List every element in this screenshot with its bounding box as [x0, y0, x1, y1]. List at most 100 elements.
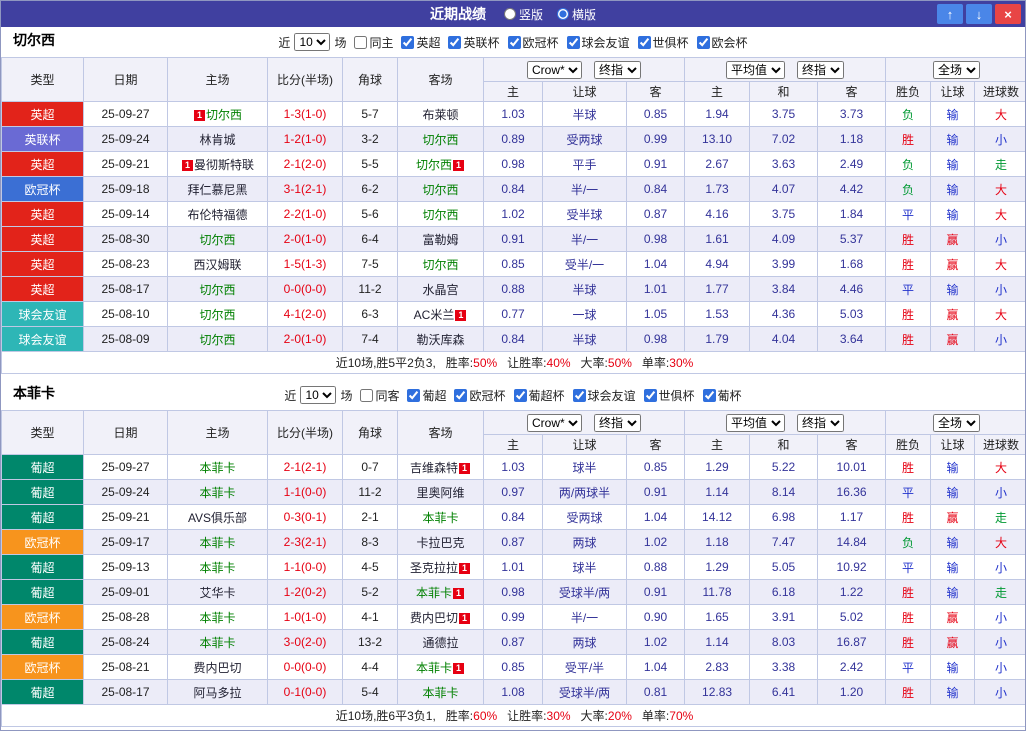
score: 1-5(1-3): [267, 251, 343, 277]
home-odds: 0.88: [483, 276, 543, 302]
summary-stat-value: 20%: [607, 709, 632, 723]
team-name: 本菲卡: [422, 510, 459, 525]
header-select[interactable]: 全场: [933, 413, 981, 432]
result-winloss: 胜: [885, 604, 932, 630]
header-select[interactable]: 终指: [797, 60, 845, 79]
checkbox-input[interactable]: [513, 388, 527, 402]
header-select[interactable]: Crow*: [527, 413, 583, 432]
handicap: 受球半/两: [542, 679, 627, 705]
away-odds: 0.91: [625, 151, 686, 177]
result-goals: 大: [974, 301, 1025, 327]
filter-checkbox[interactable]: 英超: [393, 34, 440, 51]
result-handicap: 赢: [930, 226, 976, 252]
checkbox-input[interactable]: [637, 35, 651, 49]
team-name: 本菲卡: [199, 635, 236, 650]
filter-checkbox[interactable]: 葡超杯: [506, 387, 565, 404]
header-select[interactable]: 平均值: [726, 413, 786, 432]
filter-checkbox[interactable]: 球会友谊: [565, 387, 636, 404]
avg-away-odds: 5.37: [817, 226, 887, 252]
avg-away-odds: 5.03: [817, 301, 887, 327]
filter-checkbox[interactable]: 欧冠杯: [446, 387, 506, 404]
match-count-select[interactable]: 10: [300, 386, 337, 404]
avg-away-odds: 1.84: [817, 201, 887, 227]
checkbox-input[interactable]: [702, 388, 716, 402]
filter-checkbox[interactable]: 世俱杯: [636, 387, 695, 404]
avg-away-odds: 16.36: [817, 479, 887, 505]
move-down-button[interactable]: ↓: [966, 4, 992, 24]
header-select[interactable]: 终指: [797, 413, 845, 432]
team-name: 本菲卡: [415, 585, 452, 600]
red-card-badge: 1: [459, 462, 470, 474]
result-winloss: 胜: [885, 454, 932, 480]
corners: 4-5: [342, 554, 398, 580]
home-odds: 0.77: [483, 301, 543, 327]
header-select[interactable]: 终指: [594, 413, 642, 432]
layout-radio-vertical[interactable]: 竖版: [503, 6, 543, 23]
away-team: 吉维森特 1: [397, 454, 484, 480]
filter-checkbox[interactable]: 英联杯: [440, 34, 500, 51]
filter-checkbox[interactable]: 球会友谊: [559, 34, 630, 51]
match-row: 欧冠杯 25-09-18 拜仁慕尼黑 3-1(2-1) 6-2 切尔西 0.84 半/一 0.8…: [1, 176, 1025, 202]
home-odds: 0.97: [483, 479, 543, 505]
filter-checkbox[interactable]: 同主: [346, 34, 393, 51]
avg-draw-odds: 3.38: [749, 654, 819, 680]
summary-stat-value: 50%: [607, 356, 632, 370]
recent-results-window: 近期战绩 竖版 横版 ↑ ↓ × 切尔西 近 10 场 同主 英超 英联杯 欧冠杯 球会友…: [0, 0, 1026, 731]
result-handicap: 输: [930, 679, 976, 705]
avg-draw-odds: 8.03: [749, 629, 819, 655]
match-count-select[interactable]: 10: [294, 33, 331, 51]
checkbox-input[interactable]: [643, 388, 657, 402]
match-row: 球会友谊 25-08-09 切尔西 2-0(1-0) 7-4 勒沃库森 0.84 半球 0.98…: [1, 326, 1025, 352]
score: 0-1(0-0): [267, 679, 343, 705]
score: 1-1(0-0): [267, 554, 343, 580]
checkbox-input[interactable]: [696, 35, 710, 49]
header-select[interactable]: Crow*: [527, 60, 583, 79]
away-team: 本菲卡 1: [397, 654, 484, 680]
close-button[interactable]: ×: [995, 4, 1021, 24]
checkbox-label: 葡超杯: [528, 388, 565, 403]
filter-checkbox[interactable]: 欧会杯: [689, 34, 748, 51]
team-name: 通德拉: [422, 635, 459, 650]
header-select[interactable]: 平均值: [726, 60, 786, 79]
panel-head: 本菲卡 近 10 场 同客 葡超 欧冠杯 葡超杯 球会友谊 世俱杯 葡杯: [1, 380, 1025, 410]
move-up-button[interactable]: ↑: [937, 4, 963, 24]
league-badge: 英联杯: [1, 126, 84, 152]
column-header: 主: [684, 81, 751, 102]
filter-checkbox[interactable]: 同客: [352, 387, 399, 404]
checkbox-input[interactable]: [507, 35, 521, 49]
home-odds: 0.85: [483, 654, 543, 680]
title-bar: 近期战绩 竖版 横版 ↑ ↓ ×: [1, 1, 1025, 27]
team-name: 切尔西: [422, 132, 459, 147]
league-badge: 葡超: [1, 479, 84, 505]
checkbox-input[interactable]: [401, 35, 415, 49]
radio-input[interactable]: [503, 8, 516, 20]
checkbox-input[interactable]: [354, 35, 368, 49]
away-team: 费内巴切 1: [397, 604, 484, 630]
avg-away-odds: 1.22: [817, 579, 887, 605]
handicap: 半/一: [542, 226, 627, 252]
checkbox-input[interactable]: [448, 35, 462, 49]
filter-checkbox[interactable]: 欧冠杯: [500, 34, 559, 51]
header-select[interactable]: 全场: [933, 60, 981, 79]
filter-checkbox[interactable]: 世俱杯: [630, 34, 689, 51]
checkbox-input[interactable]: [407, 388, 421, 402]
match-date: 25-08-17: [83, 276, 168, 302]
header-select[interactable]: 终指: [594, 60, 642, 79]
checkbox-input[interactable]: [572, 388, 586, 402]
column-header: 让球: [542, 81, 627, 102]
filter-checkbox[interactable]: 葡杯: [695, 387, 742, 404]
filter-checkbox[interactable]: 葡超: [399, 387, 446, 404]
handicap: 受球半/两: [542, 579, 627, 605]
result-handicap: 输: [930, 126, 976, 152]
match-date: 25-08-30: [83, 226, 168, 252]
home-team: AVS俱乐部: [167, 504, 268, 530]
filter-bar: 近 10 场 同主 英超 英联杯 欧冠杯 球会友谊 世俱杯 欧会杯: [1, 27, 1025, 57]
layout-radio-horizontal[interactable]: 横版: [557, 6, 596, 23]
radio-input[interactable]: [557, 8, 569, 20]
corners: 6-3: [342, 301, 398, 327]
filter-bar: 近 10 场 同客 葡超 欧冠杯 葡超杯 球会友谊 世俱杯 葡杯: [1, 380, 1025, 410]
column-header: 比分(半场): [267, 410, 343, 455]
checkbox-input[interactable]: [454, 388, 468, 402]
checkbox-input[interactable]: [566, 35, 580, 49]
checkbox-input[interactable]: [360, 388, 374, 402]
